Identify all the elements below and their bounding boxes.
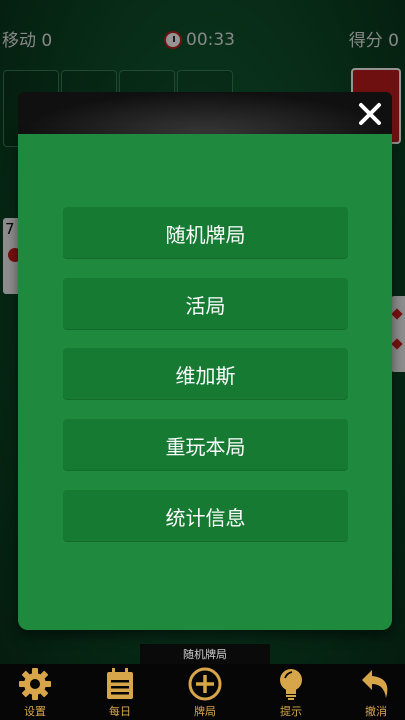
daily-challenge-button[interactable]: 每日 (90, 664, 150, 718)
dialog-header (18, 92, 392, 136)
deal-type-label: 随机牌局 (140, 644, 270, 664)
new-game-button[interactable]: 牌局 (175, 664, 235, 718)
undo-label: 撤消 (365, 705, 387, 718)
close-icon (359, 103, 381, 125)
gear-icon (19, 668, 51, 700)
winnable-deal-button[interactable]: 活局 (63, 278, 348, 330)
undo-icon (362, 670, 388, 698)
hint-button[interactable]: 提示 (261, 664, 321, 718)
plus-circle-icon (188, 667, 222, 701)
random-deal-button[interactable]: 随机牌局 (63, 207, 348, 259)
statistics-button[interactable]: 统计信息 (63, 490, 348, 542)
replay-game-button[interactable]: 重玩本局 (63, 419, 348, 471)
calendar-icon (107, 668, 133, 699)
hint-label: 提示 (280, 705, 302, 718)
lightbulb-icon (280, 669, 302, 700)
undo-button[interactable]: 撤消 (346, 664, 405, 718)
settings-label: 设置 (24, 705, 46, 718)
settings-button[interactable]: 设置 (5, 664, 65, 718)
daily-label: 每日 (109, 705, 131, 718)
new-game-label: 牌局 (194, 705, 216, 718)
vegas-mode-button[interactable]: 维加斯 (63, 348, 348, 400)
close-button[interactable] (348, 92, 392, 136)
